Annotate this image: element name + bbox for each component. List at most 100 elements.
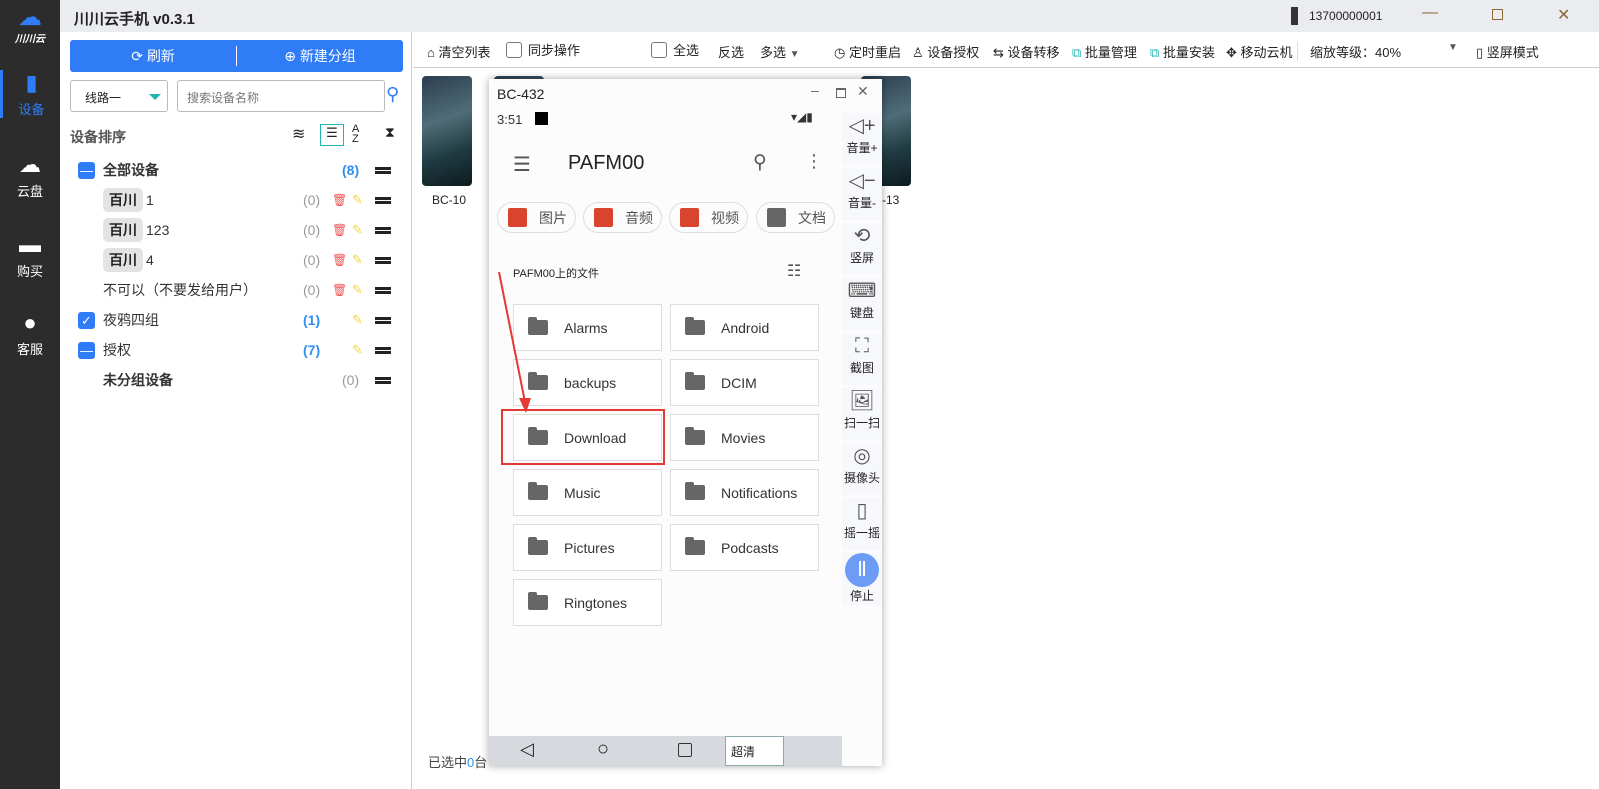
- folder-item[interactable]: backups: [513, 359, 662, 406]
- folder-item[interactable]: Music: [513, 469, 662, 516]
- sidebar-item-support[interactable]: ● 客服: [0, 310, 60, 358]
- side-tool-button[interactable]: ◁+ 音量+: [842, 113, 882, 165]
- line-select[interactable]: 线路一: [70, 80, 168, 112]
- category-chip[interactable]: 文档: [756, 202, 835, 233]
- zoom-level-select[interactable]: 缩放等级：40% ▼: [1297, 42, 1467, 61]
- image-icon: [508, 208, 527, 227]
- sidebar-item-buy[interactable]: ▬ 购买: [0, 232, 60, 280]
- transfer-button[interactable]: ⇆ 设备转移: [993, 42, 1060, 61]
- category-chip[interactable]: 图片: [497, 202, 576, 233]
- drag-handle-icon[interactable]: [375, 166, 391, 174]
- authorize-button[interactable]: ♙ 设备授权: [912, 42, 979, 61]
- side-tool-button[interactable]: ◎ 摄像头: [842, 443, 882, 495]
- clear-list-button[interactable]: ⌂ 清空列表: [427, 42, 490, 61]
- group-row[interactable]: — 全部设备 (8): [70, 155, 400, 185]
- category-chip[interactable]: 音频: [583, 202, 662, 233]
- search-input[interactable]: 搜索设备名称: [177, 80, 385, 112]
- sort-az-icon[interactable]: AZ: [352, 124, 359, 145]
- drag-handle-icon[interactable]: [375, 226, 391, 234]
- edit-pencil-icon[interactable]: ✎: [352, 192, 363, 208]
- checkbox-partial-icon[interactable]: —: [78, 341, 95, 359]
- batch-install-button[interactable]: ⧉ 批量安装: [1150, 42, 1215, 61]
- drag-handle-icon[interactable]: [375, 256, 391, 264]
- category-chip[interactable]: 视频: [669, 202, 748, 233]
- side-tool-button[interactable]: ▯ 摇一摇: [842, 498, 882, 550]
- side-tool-button[interactable]: ⛶ 截图: [842, 333, 882, 385]
- maximize-button[interactable]: [836, 88, 846, 98]
- home-icon[interactable]: ○: [597, 738, 609, 761]
- cloud-upload-icon: ☁: [19, 152, 41, 177]
- annotation-arrow: [498, 271, 531, 413]
- sidebar: ☁ 川川云 ▮ 设备 ☁ 云盘 ▬ 购买 ● 客服: [0, 0, 60, 789]
- group-row[interactable]: — 授权 (7) ✎: [70, 335, 400, 365]
- delete-icon[interactable]: 🗑: [332, 283, 347, 297]
- group-row[interactable]: ✓ 夜鸦四组 (1) ✎: [70, 305, 400, 335]
- select-all-checkbox[interactable]: 全选: [651, 40, 699, 59]
- menu-icon[interactable]: ☰: [513, 152, 531, 177]
- folder-item[interactable]: DCIM: [670, 359, 819, 406]
- sort-list-icon[interactable]: ☰: [320, 124, 344, 146]
- edit-pencil-icon[interactable]: ✎: [352, 222, 363, 238]
- more-vert-icon[interactable]: ⋮: [805, 151, 823, 172]
- side-tool-button[interactable]: Ⅱ 停止: [842, 553, 882, 605]
- multi-select-dropdown[interactable]: 多选 ▼: [760, 42, 800, 61]
- drag-handle-icon[interactable]: [375, 196, 391, 204]
- delete-icon[interactable]: 🗑: [332, 253, 347, 267]
- checkbox-checked-icon[interactable]: ✓: [78, 311, 95, 329]
- maximize-button[interactable]: [1492, 9, 1503, 20]
- drag-handle-icon[interactable]: [375, 346, 391, 354]
- delete-icon[interactable]: 🗑: [332, 223, 347, 237]
- side-tool-button[interactable]: ⌨ 键盘: [842, 278, 882, 330]
- timed-restart-button[interactable]: ◷ 定时重启: [834, 42, 901, 61]
- move-button[interactable]: ✥ 移动云机: [1226, 42, 1293, 61]
- folder-item[interactable]: Ringtones: [513, 579, 662, 626]
- recents-icon[interactable]: [678, 743, 692, 757]
- quality-select[interactable]: 超清: [725, 736, 784, 766]
- sync-checkbox[interactable]: 同步操作: [506, 40, 580, 59]
- back-icon[interactable]: ◁: [520, 739, 534, 760]
- group-row[interactable]: 百川 1 (0) 🗑 ✎: [70, 185, 400, 215]
- device-thumbnail[interactable]: [422, 76, 472, 186]
- folder-item[interactable]: Podcasts: [670, 524, 819, 571]
- edit-pencil-icon[interactable]: ✎: [352, 282, 363, 298]
- sidebar-item-cloud[interactable]: ☁ 云盘: [0, 152, 60, 200]
- list-view-icon[interactable]: ☷: [787, 261, 801, 281]
- group-row[interactable]: 未分组设备 (0): [70, 365, 400, 395]
- folder-item[interactable]: Alarms: [513, 304, 662, 351]
- group-row[interactable]: 百川 123 (0) 🗑 ✎: [70, 215, 400, 245]
- group-row[interactable]: 不可以（不要发给用户） (0) 🗑 ✎: [70, 275, 400, 305]
- portrait-mode-button[interactable]: ▯ 竖屏模式: [1476, 42, 1539, 61]
- layers-icon[interactable]: ≋: [292, 124, 305, 144]
- side-tool-button[interactable]: ⟲ 竖屏: [842, 223, 882, 275]
- search-icon[interactable]: ⚲: [386, 84, 399, 105]
- folder-item[interactable]: Notifications: [670, 469, 819, 516]
- group-row[interactable]: 百川 4 (0) 🗑 ✎: [70, 245, 400, 275]
- folder-item[interactable]: Movies: [670, 414, 819, 461]
- edit-pencil-icon[interactable]: ✎: [352, 252, 363, 268]
- edit-pencil-icon[interactable]: ✎: [352, 312, 363, 328]
- plus-circle-icon: ⊕: [284, 48, 300, 64]
- folder-item[interactable]: Android: [670, 304, 819, 351]
- sort-time-icon[interactable]: ⧗: [385, 124, 395, 141]
- checkbox-partial-icon[interactable]: —: [78, 161, 95, 179]
- minimize-button[interactable]: –: [811, 82, 819, 98]
- drag-handle-icon[interactable]: [375, 316, 391, 324]
- keyboard-icon: ⌨: [847, 280, 877, 302]
- search-icon[interactable]: ⚲: [753, 151, 767, 174]
- delete-icon[interactable]: 🗑: [332, 193, 347, 207]
- minimize-button[interactable]: —: [1422, 4, 1438, 22]
- folder-item[interactable]: Pictures: [513, 524, 662, 571]
- close-button[interactable]: ✕: [857, 83, 869, 100]
- side-tool-button[interactable]: 🖼 扫一扫: [842, 388, 882, 440]
- side-tool-button[interactable]: ◁− 音量-: [842, 168, 882, 220]
- drag-handle-icon[interactable]: [375, 376, 391, 384]
- refresh-button[interactable]: ⟳ 刷新: [70, 46, 236, 66]
- close-button[interactable]: ✕: [1557, 5, 1570, 25]
- drag-handle-icon[interactable]: [375, 286, 391, 294]
- folder-icon: [528, 592, 548, 610]
- sidebar-item-devices[interactable]: ▮ 设备: [0, 70, 60, 118]
- invert-select-button[interactable]: 反选: [718, 42, 744, 61]
- edit-pencil-icon[interactable]: ✎: [352, 342, 363, 358]
- batch-manage-button[interactable]: ⧉ 批量管理: [1072, 42, 1137, 61]
- new-group-button[interactable]: ⊕ 新建分组: [237, 46, 403, 66]
